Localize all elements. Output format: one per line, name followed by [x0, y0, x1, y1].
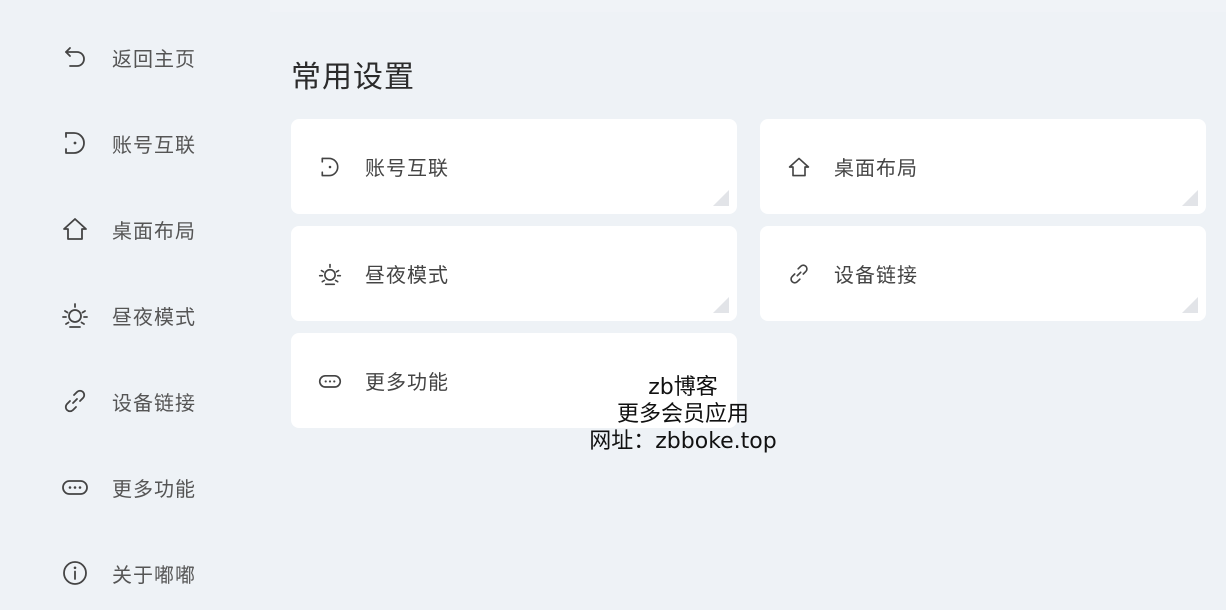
sidebar-item-home[interactable]: 返回主页 [58, 37, 196, 77]
card-daynight[interactable]: 昼夜模式 [291, 226, 737, 321]
sidebar-item-desktop[interactable]: 桌面布局 [58, 209, 196, 249]
sidebar-item-more[interactable]: 更多功能 [58, 467, 196, 507]
back-arrow-icon [58, 40, 92, 74]
card-label: 账号互联 [365, 156, 449, 180]
watermark-line: 更多会员应用 [616, 402, 749, 427]
card-label: 更多功能 [365, 370, 449, 394]
sidebar-item-label: 昼夜模式 [112, 304, 196, 329]
corner-mark [1182, 297, 1198, 313]
sun-icon [58, 298, 92, 332]
link-icon [58, 384, 92, 418]
home-icon [786, 154, 812, 180]
page-title: 常用设置 [291, 60, 415, 95]
corner-mark [713, 297, 729, 313]
sidebar-item-label: 更多功能 [112, 476, 196, 501]
link-icon [786, 261, 812, 287]
sun-icon [317, 261, 343, 287]
account-link-icon [317, 154, 343, 180]
card-label: 设备链接 [834, 263, 918, 287]
sidebar-item-label: 设备链接 [112, 390, 196, 415]
card-account[interactable]: 账号互联 [291, 119, 737, 214]
sidebar-item-label: 关于嘟嘟 [112, 562, 196, 587]
more-icon [58, 470, 92, 504]
sidebar-item-device[interactable]: 设备链接 [58, 381, 196, 421]
corner-mark [713, 190, 729, 206]
sidebar-item-label: 账号互联 [112, 132, 196, 157]
sidebar-item-daynight[interactable]: 昼夜模式 [58, 295, 196, 335]
sidebar: 返回主页 账号互联 桌面布局 昼夜模式 设备链接 更多功能 关于嘟嘟 [0, 0, 270, 610]
card-label: 昼夜模式 [365, 263, 449, 287]
corner-mark [1182, 190, 1198, 206]
watermark-line: zb博客 [648, 375, 718, 400]
sidebar-item-about[interactable]: 关于嘟嘟 [58, 553, 196, 593]
card-label: 桌面布局 [834, 156, 918, 180]
sidebar-item-label: 返回主页 [112, 46, 196, 71]
account-link-icon [58, 126, 92, 160]
watermark-line: 网址：zbboke.top [589, 429, 777, 454]
more-icon [317, 368, 343, 394]
sidebar-item-label: 桌面布局 [112, 218, 196, 243]
watermark: zb博客 更多会员应用 网址：zbboke.top [560, 374, 806, 455]
card-device[interactable]: 设备链接 [760, 226, 1206, 321]
card-desktop[interactable]: 桌面布局 [760, 119, 1206, 214]
home-icon [58, 212, 92, 246]
info-icon [58, 556, 92, 590]
top-strip [270, 0, 1226, 12]
sidebar-item-account[interactable]: 账号互联 [58, 123, 196, 163]
